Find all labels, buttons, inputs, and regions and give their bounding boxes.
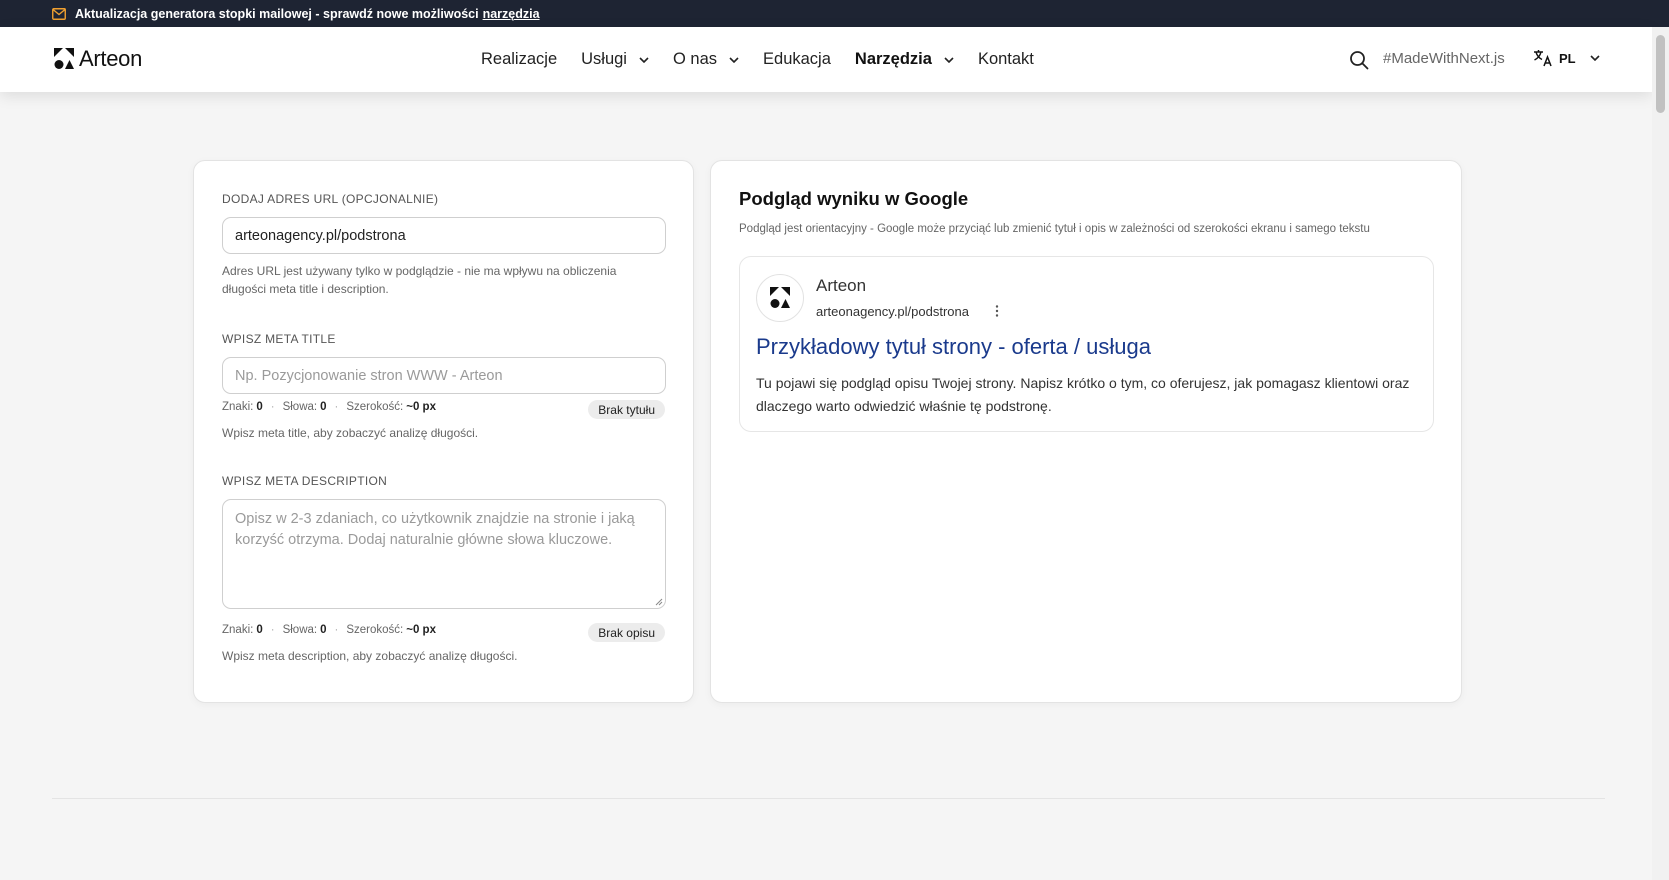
chars-value: 0 [256,401,263,413]
meta-description-label: WPISZ META DESCRIPTION [222,474,388,488]
nav-item-o-nas[interactable]: O nas [673,50,739,69]
words-value: 0 [320,624,327,636]
chevron-down-icon [639,56,649,63]
announcement-text: Aktualizacja generatora stopki mailowej … [75,6,479,21]
brand-logo[interactable]: Arteon [54,46,142,72]
description-stats: Znaki: 0 · Słowa: 0 · Szerokość: ~0 px [222,624,436,636]
arteon-logo-icon [54,48,74,69]
nav-item-uslugi[interactable]: Usługi [581,50,649,69]
mail-icon [52,7,66,20]
width-label: Szerokość: [346,624,404,636]
description-status-badge: Brak opisu [588,623,665,642]
nav-label: O nas [672,50,718,68]
nav-item-kontakt[interactable]: Kontakt [978,50,1034,69]
announcement-bar: Aktualizacja generatora stopki mailowej … [0,0,1669,27]
footer-divider [52,798,1605,799]
language-switcher[interactable]: PL [1533,49,1600,67]
brand-name: Arteon [79,46,143,71]
chars-label: Znaki: [222,624,254,636]
meta-description-help: Wpisz meta description, aby zobaczyć ana… [222,649,518,663]
url-input[interactable]: arteonagency.pl/podstrona [222,217,666,254]
scrollbar-thumb[interactable] [1656,35,1665,113]
nav-item-edukacja[interactable]: Edukacja [763,50,831,69]
meta-description-textarea[interactable]: Opisz w 2-3 zdaniach, co użytkownik znaj… [222,499,666,609]
resize-grip-icon[interactable] [655,598,663,606]
nav-label: Usługi [581,50,627,68]
google-preview-card: Podgląd wyniku w Google Podgląd jest ori… [710,160,1462,703]
chevron-down-icon [1590,55,1600,61]
width-label: Szerokość: [346,401,404,413]
made-with-next-link[interactable]: #MadeWithNext.js [1383,50,1505,67]
nav-item-realizacje[interactable]: Realizacje [481,50,557,69]
url-label: DODAJ ADRES URL (OPCJONALNIE) [222,192,439,206]
url-help: Adres URL jest używany tylko w podglądzi… [222,264,617,296]
search-icon[interactable] [1349,50,1369,70]
chevron-down-icon [944,56,954,63]
meta-form-card: DODAJ ADRES URL (OPCJONALNIE) arteonagen… [193,160,694,703]
meta-title-label: WPISZ META TITLE [222,332,336,346]
meta-title-help: Wpisz meta title, aby zobaczyć analizę d… [222,426,479,440]
chars-label: Znaki: [222,401,254,413]
meta-title-input[interactable]: Np. Pozycjonowanie stron WWW - Arteon [222,357,666,394]
site-favicon [756,274,804,322]
arteon-logo-icon [770,287,790,308]
title-stats: Znaki: 0 · Słowa: 0 · Szerokość: ~0 px [222,401,436,413]
words-value: 0 [320,401,327,413]
words-label: Słowa: [282,624,318,636]
serp-url: arteonagency.pl/podstrona [816,304,969,319]
serp-site-name: Arteon [816,276,867,295]
words-label: Słowa: [282,401,318,413]
chevron-down-icon [729,56,739,63]
preview-subtitle: Podgląd jest orientacyjny - Google może … [739,223,1370,235]
announcement-link[interactable]: narzędzia [483,7,540,21]
main-nav: Realizacje Usługi O nas Edukacja Narzędz… [481,27,1058,92]
nav-label: Kontakt [977,50,1034,68]
language-code: PL [1559,50,1576,66]
translate-icon [1534,50,1552,67]
page-scrollbar[interactable] [1652,27,1669,880]
serp-description: Tu pojawi się podgląd opisu Twojej stron… [756,375,1410,414]
nav-item-narzedzia[interactable]: Narzędzia [855,50,954,69]
serp-title-link[interactable]: Przykładowy tytuł strony - oferta / usłu… [756,334,1151,360]
site-header: Arteon Realizacje Usługi O nas Edukacja … [0,27,1652,92]
title-status-badge: Brak tytułu [588,400,665,419]
width-value: ~0 px [406,624,436,636]
serp-result: Arteon arteonagency.pl/podstrona Przykła… [739,256,1434,432]
width-value: ~0 px [406,401,436,413]
description-placeholder: Opisz w 2-3 zdaniach, co użytkownik znaj… [235,511,635,548]
more-vertical-icon[interactable] [995,304,999,318]
nav-label: Realizacje [481,50,558,68]
nav-label: Edukacja [763,50,831,68]
preview-title: Podgląd wyniku w Google [739,188,969,209]
nav-label: Narzędzia [854,50,932,68]
chars-value: 0 [256,624,263,636]
